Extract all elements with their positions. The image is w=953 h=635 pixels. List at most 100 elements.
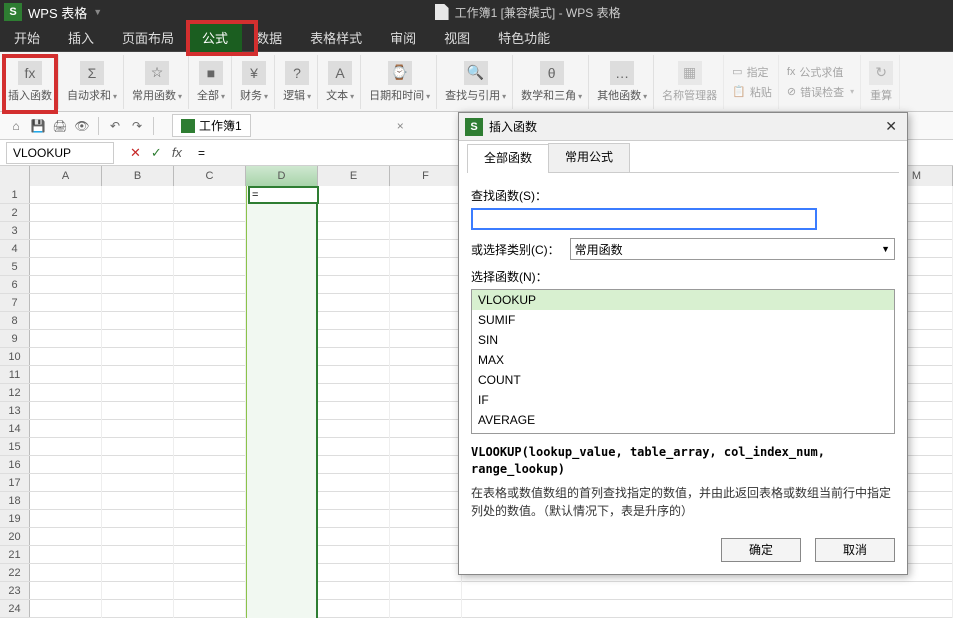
- row-header[interactable]: 22: [0, 564, 30, 581]
- dialog-close-icon[interactable]: ✕: [881, 118, 901, 135]
- cell[interactable]: [174, 366, 246, 384]
- cell[interactable]: [390, 582, 462, 600]
- cell[interactable]: [30, 492, 102, 510]
- cell[interactable]: [246, 474, 318, 492]
- cell[interactable]: [318, 366, 390, 384]
- ribbon-all[interactable]: ■ 全部▾: [191, 55, 232, 109]
- workbook-tab[interactable]: 工作簿1: [172, 114, 251, 137]
- cell[interactable]: [102, 492, 174, 510]
- menu-start[interactable]: 开始: [0, 24, 54, 52]
- cell[interactable]: [390, 276, 462, 294]
- cell[interactable]: [246, 384, 318, 402]
- cell[interactable]: [174, 600, 246, 618]
- ribbon-financial[interactable]: ¥ 财务▾: [234, 55, 275, 109]
- cell[interactable]: [318, 204, 390, 222]
- cell[interactable]: [174, 528, 246, 546]
- cell[interactable]: [174, 564, 246, 582]
- cell[interactable]: [102, 204, 174, 222]
- cell[interactable]: [102, 456, 174, 474]
- cell[interactable]: [246, 600, 318, 618]
- row-header[interactable]: 16: [0, 456, 30, 473]
- cell[interactable]: [102, 564, 174, 582]
- cell[interactable]: [246, 276, 318, 294]
- cell[interactable]: [174, 492, 246, 510]
- menu-review[interactable]: 审阅: [376, 24, 430, 52]
- cell[interactable]: [390, 492, 462, 510]
- cell[interactable]: [318, 294, 390, 312]
- cell[interactable]: [246, 204, 318, 222]
- col-header-e[interactable]: E: [318, 166, 390, 186]
- function-item[interactable]: SIN: [472, 330, 894, 350]
- cell[interactable]: [30, 456, 102, 474]
- ribbon-more[interactable]: … 其他函数▾: [591, 55, 654, 109]
- row-header[interactable]: 10: [0, 348, 30, 365]
- cell[interactable]: [318, 240, 390, 258]
- cell[interactable]: [246, 456, 318, 474]
- cell[interactable]: [102, 186, 174, 204]
- cell[interactable]: [246, 294, 318, 312]
- save-icon[interactable]: 💾: [30, 118, 46, 134]
- cell[interactable]: [318, 276, 390, 294]
- cell[interactable]: [246, 312, 318, 330]
- function-item-vlookup[interactable]: VLOOKUP: [472, 290, 894, 310]
- col-header-d[interactable]: D: [246, 166, 318, 186]
- cell[interactable]: [174, 294, 246, 312]
- ribbon-autosum[interactable]: Σ 自动求和▾: [61, 55, 124, 109]
- cell[interactable]: [318, 456, 390, 474]
- cell[interactable]: [102, 384, 174, 402]
- cell[interactable]: [174, 276, 246, 294]
- cell[interactable]: [246, 240, 318, 258]
- menu-view[interactable]: 视图: [430, 24, 484, 52]
- row-header[interactable]: 23: [0, 582, 30, 599]
- cell[interactable]: [102, 222, 174, 240]
- cell[interactable]: [246, 330, 318, 348]
- ribbon-recent[interactable]: ☆ 常用函数▾: [126, 55, 189, 109]
- cell[interactable]: [390, 384, 462, 402]
- tab-close-icon[interactable]: ×: [397, 119, 404, 133]
- col-header-b[interactable]: B: [102, 166, 174, 186]
- cell[interactable]: [30, 240, 102, 258]
- cell[interactable]: [102, 348, 174, 366]
- ribbon-text[interactable]: A 文本▾: [320, 55, 361, 109]
- row-header[interactable]: 11: [0, 366, 30, 383]
- cell[interactable]: [390, 186, 462, 204]
- cell[interactable]: [102, 402, 174, 420]
- ok-button[interactable]: 确定: [721, 538, 801, 562]
- cell[interactable]: [102, 528, 174, 546]
- cell[interactable]: [174, 474, 246, 492]
- cell[interactable]: [102, 258, 174, 276]
- cell[interactable]: [390, 420, 462, 438]
- cell[interactable]: [390, 600, 462, 618]
- cell[interactable]: [174, 186, 246, 204]
- function-item[interactable]: AVERAGE: [472, 410, 894, 430]
- cell[interactable]: [174, 330, 246, 348]
- cell[interactable]: [246, 420, 318, 438]
- cell[interactable]: [318, 420, 390, 438]
- cell[interactable]: [246, 222, 318, 240]
- row-header[interactable]: 18: [0, 492, 30, 509]
- row-header[interactable]: 1: [0, 186, 30, 203]
- cell[interactable]: [102, 438, 174, 456]
- cell[interactable]: [174, 204, 246, 222]
- cell[interactable]: [390, 510, 462, 528]
- formula-cancel-icon[interactable]: ✕: [130, 145, 141, 161]
- cell[interactable]: [30, 528, 102, 546]
- cell[interactable]: [30, 294, 102, 312]
- tab-common-formulas[interactable]: 常用公式: [548, 143, 630, 172]
- row-header[interactable]: 19: [0, 510, 30, 527]
- cell[interactable]: [30, 510, 102, 528]
- cell[interactable]: [174, 438, 246, 456]
- print-icon[interactable]: 🖨: [52, 118, 68, 134]
- cell[interactable]: [318, 546, 390, 564]
- function-item[interactable]: IF: [472, 390, 894, 410]
- cell[interactable]: [30, 564, 102, 582]
- cell[interactable]: [102, 330, 174, 348]
- tab-all-functions[interactable]: 全部函数: [467, 144, 549, 173]
- cell[interactable]: [390, 456, 462, 474]
- cell[interactable]: [30, 222, 102, 240]
- menu-table-style[interactable]: 表格样式: [296, 24, 376, 52]
- cell[interactable]: [30, 546, 102, 564]
- cell[interactable]: [318, 330, 390, 348]
- cell[interactable]: [246, 438, 318, 456]
- search-input[interactable]: [471, 208, 817, 230]
